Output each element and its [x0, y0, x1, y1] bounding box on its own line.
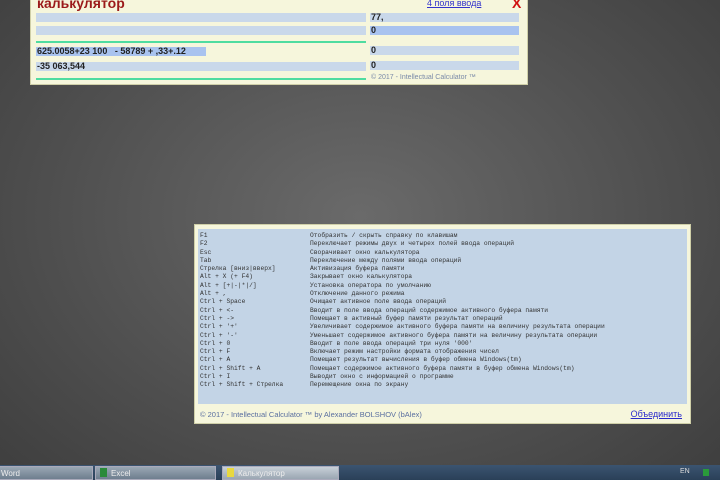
taskbar-item-calculator[interactable]: Калькулятор: [222, 466, 339, 480]
calculator-icon: [227, 468, 234, 477]
shortcut-key: Ctrl + '+': [200, 323, 238, 331]
shortcut-row: Esc Сворачивает окно калькулятора: [200, 249, 685, 257]
shortcut-key: Ctrl + I: [200, 373, 231, 381]
excel-icon: [100, 468, 107, 477]
shortcut-description: Уменьшает содержимое активного буфера па…: [310, 331, 598, 339]
shortcut-row: Ctrl + A Помещает результат вычисления в …: [200, 356, 685, 364]
shortcut-row: Ctrl + '-' Уменьшает содержимое активного…: [200, 332, 685, 340]
shortcut-key: F1: [200, 232, 208, 239]
shortcut-description: Закрывает окно калькулятора: [310, 273, 413, 281]
divider: [36, 78, 366, 80]
shortcut-row: Alt + X (+ F4) Закрывает окно калькулятор…: [200, 273, 685, 281]
shortcut-key: Ctrl + Shift + Стрелка: [200, 381, 284, 389]
shortcut-key: Ctrl + '-': [200, 331, 238, 339]
divider: [36, 41, 366, 43]
shortcut-key: Ctrl + ->: [200, 314, 235, 322]
shortcut-key: Ctrl + A: [200, 356, 231, 364]
shortcut-key: Alt + ,: [200, 290, 227, 298]
shortcut-description: Увеличивает содержимое активного буфера …: [310, 323, 605, 331]
memory-buffer-4[interactable]: 0: [370, 61, 519, 70]
shortcut-key: Ctrl + 0: [200, 339, 231, 347]
shortcut-description: Установка оператора по умолчанию: [310, 281, 431, 289]
shortcut-description: Вводит в поле ввода операций содержимое …: [310, 306, 549, 314]
taskbar-item-excel[interactable]: Excel: [95, 466, 216, 480]
shortcut-description: Помещает содержимое активного буфера пам…: [310, 364, 575, 372]
taskbar-item-label: Excel: [111, 469, 131, 478]
shortcut-key: Alt + [+|-|*|/]: [200, 281, 257, 289]
shortcut-row: Ctrl + Space Очищает активное поле ввода …: [200, 298, 685, 306]
shortcut-key: Esc: [200, 248, 212, 256]
help-panel: F1 Отобразить / скрыть справку по клавиша…: [194, 224, 691, 424]
memory-buffer-2[interactable]: 0: [370, 26, 519, 35]
expression-input-2[interactable]: [36, 26, 366, 35]
language-indicator[interactable]: EN: [680, 468, 690, 475]
shortcut-key: Tab: [200, 256, 212, 264]
memory-buffer-1[interactable]: 77,: [370, 13, 519, 22]
shortcut-description: Вводит в поле ввода операций три нуля '0…: [310, 339, 473, 347]
shortcut-row: Tab Переключение между полями ввода опера…: [200, 257, 685, 265]
shortcut-row: Стрелка [вниз|вверх] Активизация буфера п…: [200, 265, 685, 273]
shortcut-key: Alt + X (+ F4): [200, 273, 253, 281]
shortcut-key: Ctrl + Space: [200, 298, 246, 306]
shortcut-row: Ctrl + Shift + A Помещает содержимое акти…: [200, 365, 685, 373]
shortcut-key: Ctrl + <-: [200, 306, 235, 314]
close-button[interactable]: X: [512, 0, 521, 11]
taskbar: Word Excel Калькулятор EN: [0, 465, 720, 480]
calculator-title: калькулятор: [37, 0, 125, 11]
shortcut-key: Ctrl + F: [200, 348, 231, 356]
shortcut-key: Ctrl + Shift + A: [200, 364, 261, 372]
shortcut-description: Переключает режимы двух и четырех полей …: [310, 240, 515, 248]
shortcut-list: F1 Отобразить / скрыть справку по клавиша…: [198, 229, 687, 404]
shortcut-description: Активизация буфера памяти: [310, 265, 405, 273]
help-footer: © 2017 - Intellectual Calculator ™ by Al…: [200, 410, 422, 419]
memory-buffer-3[interactable]: 0: [370, 46, 519, 55]
taskbar-item-label: Word: [1, 469, 20, 478]
shortcut-row: Ctrl + 0 Вводит в поле ввода операций три…: [200, 340, 685, 348]
unite-link[interactable]: Объединить: [631, 409, 682, 419]
calculator-footer: © 2017 - Intellectual Calculator ™: [371, 74, 476, 81]
expression-input-3[interactable]: 625.0058+23 100 - 58789 + ,33+.12: [36, 47, 206, 56]
shortcut-description: Сворачивает окно калькулятора: [310, 248, 420, 256]
shortcut-key: Стрелка [вниз|вверх]: [200, 265, 276, 273]
expression-input-1[interactable]: [36, 13, 366, 22]
shortcut-row: Ctrl + I Выводит окно с информацией о про…: [200, 373, 685, 381]
shortcut-row: Alt + [+|-|*|/] Установка оператора по ум…: [200, 282, 685, 290]
shortcut-key: F2: [200, 240, 208, 248]
shortcut-description: Очищает активное поле ввода операций: [310, 298, 447, 306]
shortcut-row: Ctrl + '+' Увеличивает содержимое активно…: [200, 323, 685, 331]
shortcut-row: Ctrl + Shift + Стрелка Перемещение окна п…: [200, 381, 685, 389]
mode-toggle-link[interactable]: 4 поля ввода: [427, 0, 481, 8]
shortcut-description: Переключение между полями ввода операций: [310, 256, 462, 264]
taskbar-item-label: Калькулятор: [238, 469, 285, 478]
result-field[interactable]: -35 063,544: [36, 62, 366, 71]
tray-icon[interactable]: [703, 469, 709, 476]
shortcut-description: Помещает результат вычисления в буфер об…: [310, 356, 522, 364]
shortcut-description: Перемещение окна по экрану: [310, 381, 409, 389]
shortcut-description: Выводит окно с информацией о программе: [310, 373, 454, 381]
calculator-window: калькулятор 4 поля ввода X 77, 0 625.005…: [30, 0, 528, 85]
shortcut-row: F2 Переключает режимы двух и четырех поле…: [200, 240, 685, 248]
shortcut-row: Ctrl + <- Вводит в поле ввода операций со…: [200, 307, 685, 315]
taskbar-item-word[interactable]: Word: [0, 466, 93, 480]
